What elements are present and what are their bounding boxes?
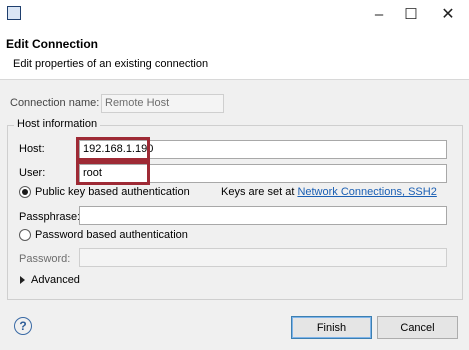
passphrase-label: Passphrase: [19, 211, 81, 223]
expand-arrow-icon[interactable] [20, 276, 25, 284]
user-label: User: [19, 167, 46, 179]
maximize-button[interactable]: ☐ [394, 0, 428, 28]
host-label: Host: [19, 143, 45, 155]
passphrase-input[interactable] [79, 206, 447, 225]
keys-info-prefix: Keys are set at [221, 186, 298, 198]
keys-info: Keys are set at Network Connections, SSH… [221, 186, 437, 198]
advanced-toggle[interactable]: Advanced [31, 274, 80, 286]
close-button[interactable]: ✕ [431, 0, 465, 28]
public-key-radio-label[interactable]: Public key based authentication [35, 186, 190, 198]
password-input [79, 248, 447, 267]
public-key-radio[interactable] [19, 186, 31, 198]
dialog-banner [0, 28, 469, 80]
dialog-description: Edit properties of an existing connectio… [13, 58, 209, 70]
password-label: Password: [19, 253, 71, 265]
user-highlight-box [76, 161, 150, 185]
app-icon [7, 6, 21, 20]
password-auth-radio-label[interactable]: Password based authentication [35, 229, 188, 241]
cancel-button[interactable]: Cancel [377, 316, 458, 339]
dialog-title: Edit Connection [6, 37, 98, 51]
help-icon[interactable]: ? [14, 317, 32, 335]
connection-name-label: Connection name: [10, 97, 100, 109]
connection-name-field: Remote Host [101, 94, 224, 113]
minimize-button[interactable]: – [362, 0, 396, 28]
password-auth-radio[interactable] [19, 229, 31, 241]
finish-button[interactable]: Finish [291, 316, 372, 339]
host-highlight-box [76, 137, 150, 161]
group-title: Host information [14, 118, 101, 130]
network-connections-link[interactable]: Network Connections, SSH2 [297, 186, 436, 198]
